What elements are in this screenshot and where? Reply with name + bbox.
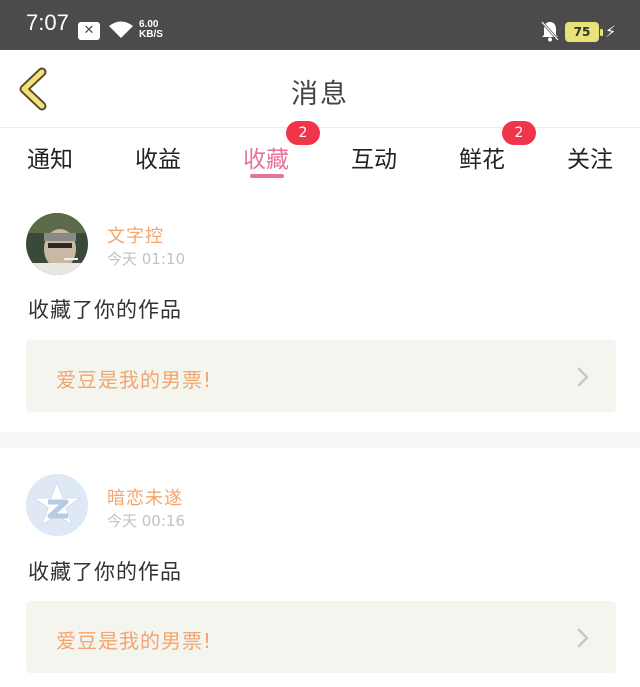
message-time: 今天 01:10 — [107, 250, 185, 268]
tab-flowers[interactable]: 鲜花 — [459, 140, 505, 174]
user-name[interactable]: 暗恋未遂 — [107, 484, 183, 510]
work-title: 爱豆是我的男票! — [56, 629, 213, 653]
avatar[interactable] — [26, 474, 88, 536]
work-card[interactable]: 爱豆是我的男票! — [26, 340, 616, 412]
network-speed-unit: KB/S — [139, 29, 163, 40]
status-bar: 7:07 ✕ 6.00 KB/S 75 ⚡ — [0, 0, 640, 50]
tab-notifications[interactable]: 通知 — [27, 140, 73, 174]
user-photo — [26, 213, 88, 275]
tab-follows[interactable]: 关注 — [567, 140, 613, 174]
message-action: 收藏了你的作品 — [28, 560, 182, 584]
message-item: 文字控 今天 01:10 收藏了你的作品 爱豆是我的男票! — [0, 184, 640, 432]
app-header: 消息 — [0, 50, 640, 128]
user-name[interactable]: 文字控 — [107, 222, 164, 248]
x-notification-icon: ✕ — [78, 22, 100, 40]
tab-favorites[interactable]: 收藏 — [243, 140, 289, 174]
battery-icon: 75 — [565, 22, 603, 42]
default-avatar-icon — [26, 474, 88, 536]
message-item: 暗恋未遂 今天 00:16 收藏了你的作品 爱豆是我的男票! — [0, 448, 640, 687]
bell-off-icon — [541, 21, 559, 42]
tab-bar: 通知 收益 收藏 2 互动 鲜花 2 关注 — [0, 121, 640, 184]
status-time: 7:07 — [26, 10, 69, 35]
page-title: 消息 — [291, 79, 349, 110]
chevron-right-icon — [577, 367, 589, 387]
tab-interactions[interactable]: 互动 — [351, 140, 397, 174]
tab-favorites-badge: 2 — [286, 121, 320, 145]
avatar[interactable] — [26, 213, 88, 275]
message-time: 今天 00:16 — [107, 512, 185, 530]
tab-earnings[interactable]: 收益 — [135, 140, 181, 174]
charging-icon: ⚡ — [605, 22, 617, 41]
work-title: 爱豆是我的男票! — [56, 368, 213, 392]
active-tab-indicator — [250, 174, 284, 178]
section-divider — [0, 432, 640, 448]
wifi-icon — [109, 21, 133, 38]
chevron-right-icon — [577, 628, 589, 648]
work-card[interactable]: 爱豆是我的男票! — [26, 601, 616, 673]
network-speed: 6.00 KB/S — [139, 20, 163, 40]
tab-flowers-badge: 2 — [502, 121, 536, 145]
message-action: 收藏了你的作品 — [28, 298, 182, 322]
